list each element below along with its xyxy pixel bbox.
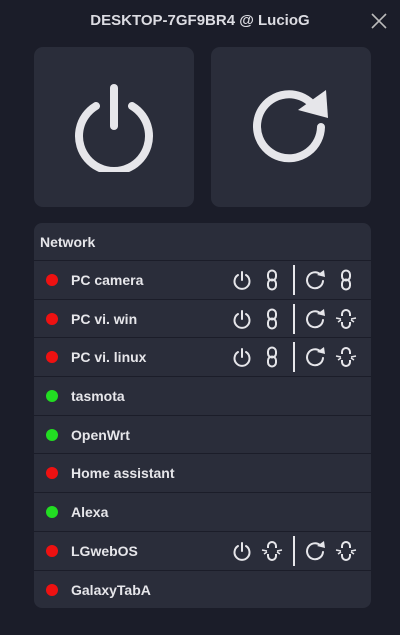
- status-dot: [46, 389, 58, 402]
- link-icon[interactable]: [261, 268, 283, 292]
- device-name: LGwebOS: [71, 542, 138, 559]
- status-dot: [46, 273, 58, 286]
- status-dot: [46, 428, 58, 441]
- status-dot: [46, 505, 58, 518]
- unlink-icon[interactable]: [261, 539, 283, 563]
- restart-icon[interactable]: [305, 307, 327, 331]
- device-actions: [231, 342, 357, 373]
- divider: [293, 342, 295, 373]
- device-row[interactable]: LGwebOS: [34, 532, 371, 571]
- device-row[interactable]: PC vi. linux: [34, 338, 371, 378]
- device-name: Home assistant: [71, 465, 175, 482]
- device-actions: [231, 535, 357, 566]
- unlink-icon[interactable]: [335, 345, 357, 369]
- device-actions: [231, 303, 357, 334]
- device-row[interactable]: OpenWrt: [34, 416, 371, 455]
- network-header: Network: [34, 223, 371, 261]
- power-icon[interactable]: [231, 539, 253, 563]
- device-name: PC vi. linux: [71, 349, 147, 366]
- device-name: tasmota: [71, 387, 125, 404]
- shutdown-button[interactable]: [34, 47, 194, 207]
- power-icon: [75, 84, 153, 172]
- divider: [293, 303, 295, 334]
- status-dot: [46, 544, 58, 557]
- power-icon[interactable]: [231, 307, 253, 331]
- status-dot: [46, 312, 58, 325]
- network-list: Network PC camera PC vi. win PC vi. linux t…: [34, 223, 371, 608]
- link-icon[interactable]: [261, 307, 283, 331]
- device-actions: [231, 264, 357, 295]
- status-dot: [46, 583, 58, 596]
- restart-icon[interactable]: [305, 268, 327, 292]
- status-dot: [46, 467, 58, 480]
- power-icon[interactable]: [231, 345, 253, 369]
- device-name: PC camera: [71, 271, 144, 288]
- divider: [293, 264, 295, 295]
- unlink-icon[interactable]: [335, 307, 357, 331]
- status-dot: [46, 351, 58, 364]
- restart-button[interactable]: [211, 47, 371, 207]
- window-title: DESKTOP-7GF9BR4 @ LucioG: [90, 12, 310, 29]
- device-row[interactable]: GalaxyTabA: [34, 571, 371, 609]
- device-name: Alexa: [71, 503, 109, 520]
- device-row[interactable]: PC vi. win: [34, 300, 371, 339]
- device-row[interactable]: PC camera: [34, 261, 371, 300]
- power-icon[interactable]: [231, 268, 253, 292]
- restart-icon[interactable]: [305, 539, 327, 563]
- restart-icon[interactable]: [305, 345, 327, 369]
- link-icon[interactable]: [261, 345, 283, 369]
- divider: [293, 535, 295, 566]
- device-row[interactable]: Home assistant: [34, 454, 371, 494]
- device-name: PC vi. win: [71, 310, 138, 327]
- link-icon[interactable]: [335, 268, 357, 292]
- unlink-icon[interactable]: [335, 539, 357, 563]
- device-name: GalaxyTabA: [71, 581, 151, 598]
- device-name: OpenWrt: [71, 426, 130, 443]
- device-row[interactable]: Alexa: [34, 493, 371, 532]
- close-icon[interactable]: [370, 12, 388, 30]
- restart-icon: [253, 90, 328, 163]
- device-row[interactable]: tasmota: [34, 377, 371, 416]
